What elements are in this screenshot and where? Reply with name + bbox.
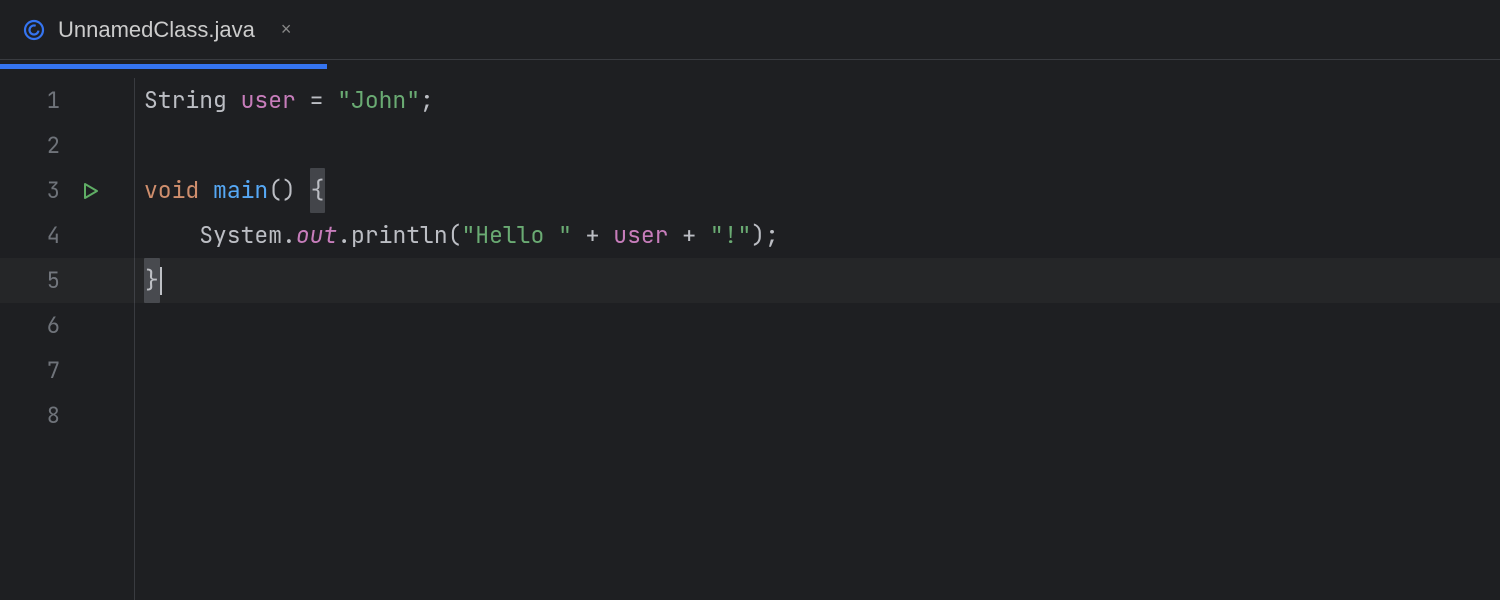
code-token: [144, 213, 199, 258]
gutter: 12345678: [0, 78, 134, 600]
gutter-line[interactable]: 6: [0, 303, 134, 348]
code-line[interactable]: System.out.println("Hello " + user + "!"…: [144, 213, 1500, 258]
gutter-line[interactable]: 7: [0, 348, 134, 393]
gutter-line[interactable]: 5: [0, 258, 134, 303]
code-line[interactable]: }: [144, 258, 1500, 303]
run-icon[interactable]: [82, 182, 100, 200]
code-line[interactable]: [144, 123, 1500, 168]
gutter-line[interactable]: 8: [0, 393, 134, 438]
code-token: "John": [337, 78, 420, 123]
code-token: String: [144, 78, 241, 123]
code-token: +: [572, 213, 613, 258]
text-caret: [160, 267, 162, 295]
code-token: main: [213, 168, 268, 213]
code-token: void: [144, 168, 213, 213]
code-editor[interactable]: 12345678 String user = "John";void main(…: [0, 60, 1500, 600]
code-token: println: [351, 213, 448, 258]
gutter-line[interactable]: 2: [0, 123, 134, 168]
code-token: =: [296, 78, 337, 123]
code-token: }: [144, 258, 160, 303]
code-token: .: [337, 213, 351, 258]
close-icon[interactable]: ×: [277, 17, 296, 42]
code-token: ;: [765, 213, 779, 258]
code-area[interactable]: String user = "John";void main() { Syste…: [134, 78, 1500, 600]
code-token: ;: [420, 78, 434, 123]
code-line[interactable]: [144, 303, 1500, 348]
code-line[interactable]: void main() {: [144, 168, 1500, 213]
code-token: user: [241, 78, 296, 123]
code-token: "Hello ": [461, 213, 571, 258]
tab-filename: UnnamedClass.java: [58, 17, 255, 43]
code-line[interactable]: String user = "John";: [144, 78, 1500, 123]
code-token: (: [448, 213, 462, 258]
tab-bar: UnnamedClass.java ×: [0, 0, 1500, 60]
gutter-line[interactable]: 4: [0, 213, 134, 258]
class-icon: [22, 18, 46, 42]
code-token: +: [668, 213, 709, 258]
tab-unnamedclass[interactable]: UnnamedClass.java ×: [0, 0, 317, 59]
code-token: user: [613, 213, 668, 258]
code-token: "!": [710, 213, 751, 258]
code-line[interactable]: [144, 348, 1500, 393]
code-token: System: [199, 213, 282, 258]
code-token: {: [310, 168, 326, 213]
code-token: .: [282, 213, 296, 258]
code-line[interactable]: [144, 393, 1500, 438]
code-token: (): [268, 168, 309, 213]
gutter-line[interactable]: 3: [0, 168, 134, 213]
code-token: ): [751, 213, 765, 258]
gutter-line[interactable]: 1: [0, 78, 134, 123]
code-token: out: [296, 213, 337, 258]
